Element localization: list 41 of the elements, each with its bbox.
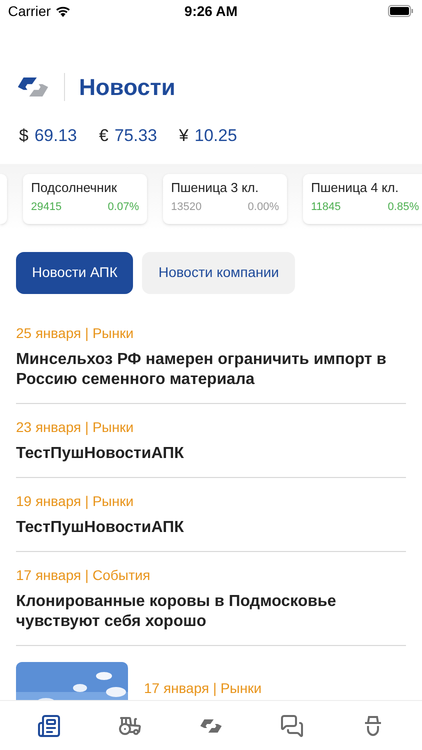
carrier-label: Carrier	[8, 2, 51, 20]
segment-tab[interactable]: Новости компании	[142, 252, 296, 294]
news-item[interactable]: 23 января | Рынки ТестПушНовостиАПК	[16, 404, 406, 478]
newspaper-icon[interactable]	[36, 714, 61, 738]
currency-rate: 10.25	[194, 125, 238, 147]
logo-icon	[16, 75, 50, 99]
ticker-change: 0.85%	[388, 200, 419, 215]
news-item[interactable]: 19 января | Рынки ТестПушНовостиАПК	[16, 478, 406, 552]
wifi-icon	[54, 5, 71, 17]
page-title: Новости	[79, 72, 176, 102]
news-title: ТестПушНовостиАПК	[16, 444, 185, 464]
news-meta: 17 января | Рынки	[144, 678, 262, 698]
currency-rate: 69.13	[34, 125, 78, 147]
segment-tab[interactable]: Новости АПК	[16, 252, 134, 294]
news-meta: 17 января | События	[16, 566, 152, 585]
ticker-price: 11845	[311, 200, 341, 215]
ticker-card[interactable]: Пшеница 3 кл. 13520 0.00%	[163, 174, 287, 224]
currency-symbol: ¥	[179, 125, 188, 147]
clock-time: 9:26 AM	[184, 2, 238, 20]
ticker-name: Пшеница 3 кл.	[171, 178, 260, 197]
news-item[interactable]: 25 января | Рынки Минсельхоз РФ намерен ограничить импорт в Россию семенного материала	[16, 310, 406, 404]
news-meta: 23 января | Рынки	[16, 418, 135, 437]
news-meta: 25 января | Рынки	[16, 324, 135, 343]
ticker-price: 29415	[31, 200, 62, 215]
ticker-name: Подсолнечник	[31, 178, 118, 197]
news-title: Клонированные коровы в Подмосковье чувствуют себя хорошо	[16, 592, 338, 632]
currency-symbol: $	[19, 125, 28, 147]
news-item[interactable]: 17 января | События Клонированные коровы в Подмосковье чувствуют себя хорошо	[16, 552, 406, 646]
ticker-card[interactable]: Подсолнечник 29415 0.07%	[23, 174, 147, 224]
battery-icon	[388, 5, 414, 17]
ticker-name: Пшеница 4 кл.	[311, 178, 400, 197]
news-title: Минсельхоз РФ намерен ограничить импорт в Россию семенного материала	[16, 350, 388, 390]
news-title: ТестПушНовостиАПК	[16, 518, 185, 538]
news-meta: 19 января | Рынки	[16, 492, 135, 511]
ticker-price: 13520	[171, 200, 202, 215]
ticker-card[interactable]: Пшеница 4 кл. 11845 0.85%	[303, 174, 422, 224]
currency-symbol: €	[99, 125, 108, 147]
currency-rate: 75.33	[114, 125, 158, 147]
chat-icon[interactable]	[280, 714, 304, 738]
ticker-change: 0.07%	[108, 200, 139, 215]
ticker-change: 0.00%	[248, 200, 279, 215]
